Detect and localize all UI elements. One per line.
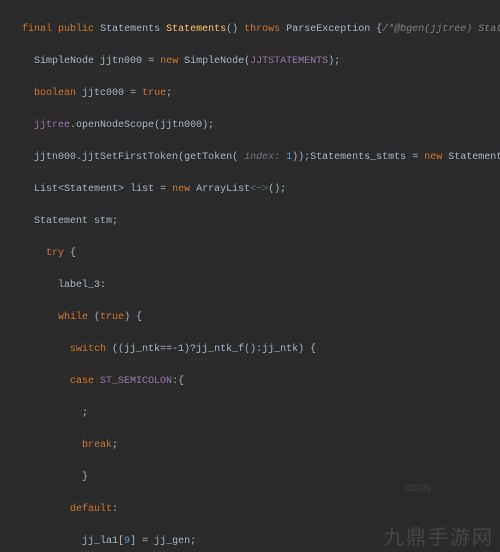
label: label_3:	[58, 280, 106, 291]
type: SimpleNode	[34, 56, 94, 67]
call: jjtSetFirstToken	[82, 152, 178, 163]
comment: /*@bgen(jjtree) Statements */	[382, 24, 500, 35]
var: jjtn000	[100, 56, 142, 67]
code-line: Statement stm;	[10, 214, 500, 230]
code-line: break;	[10, 438, 500, 454]
code-line: jj_la1[9] = jj_gen;	[10, 534, 500, 550]
code-line: label_3:	[10, 278, 500, 294]
kw-public: public	[58, 24, 94, 35]
kw-case: case	[70, 376, 94, 387]
ctor: SimpleNode	[184, 56, 244, 67]
field: jjtree	[34, 120, 70, 131]
kw-new: new	[160, 56, 178, 67]
code-line: jjtn000.jjtSetFirstToken(getToken( index…	[10, 150, 500, 166]
num-literal: 9	[124, 536, 130, 547]
code-line: case ST_SEMICOLON:{	[10, 374, 500, 390]
case-const: ST_SEMICOLON	[100, 376, 172, 387]
const-arg: JJTSTATEMENTS	[250, 56, 328, 67]
code-line: List<Statement> list = new ArrayList<~>(…	[10, 182, 500, 198]
code-line: }	[10, 470, 500, 486]
exception-type: ParseException	[286, 24, 370, 35]
kw-break: break	[82, 440, 112, 451]
kw-final: final	[22, 24, 52, 35]
kw-boolean: boolean	[34, 88, 76, 99]
code-editor[interactable]: final public Statements Statements() thr…	[0, 0, 500, 552]
kw-default: default	[70, 504, 112, 515]
code-line: final public Statements Statements() thr…	[10, 22, 500, 38]
code-line: jjtree.openNodeScope(jjtn000);	[10, 118, 500, 134]
code-line: ;	[10, 406, 500, 422]
call: openNodeScope	[76, 120, 154, 131]
true-literal: true	[142, 88, 166, 99]
return-type: Statements	[100, 24, 160, 35]
code-line: SimpleNode jjtn000 = new SimpleNode(JJTS…	[10, 54, 500, 70]
code-line: try {	[10, 246, 500, 262]
code-line: while (true) {	[10, 310, 500, 326]
kw-switch: switch	[70, 344, 106, 355]
kw-while: while	[58, 312, 88, 323]
method-name: Statements	[166, 24, 226, 35]
code-line: boolean jjtc000 = true;	[10, 86, 500, 102]
kw-throws: throws	[244, 24, 280, 35]
var: jjtc000	[82, 88, 124, 99]
kw-try: try	[46, 248, 64, 259]
code-line: default:	[10, 502, 500, 518]
param-label: index:	[244, 152, 280, 163]
num-literal: 1	[286, 152, 292, 163]
code-line: switch ((jj_ntk==-1)?jj_ntk_f():jj_ntk) …	[10, 342, 500, 358]
diamond-op: <~>	[250, 184, 268, 195]
